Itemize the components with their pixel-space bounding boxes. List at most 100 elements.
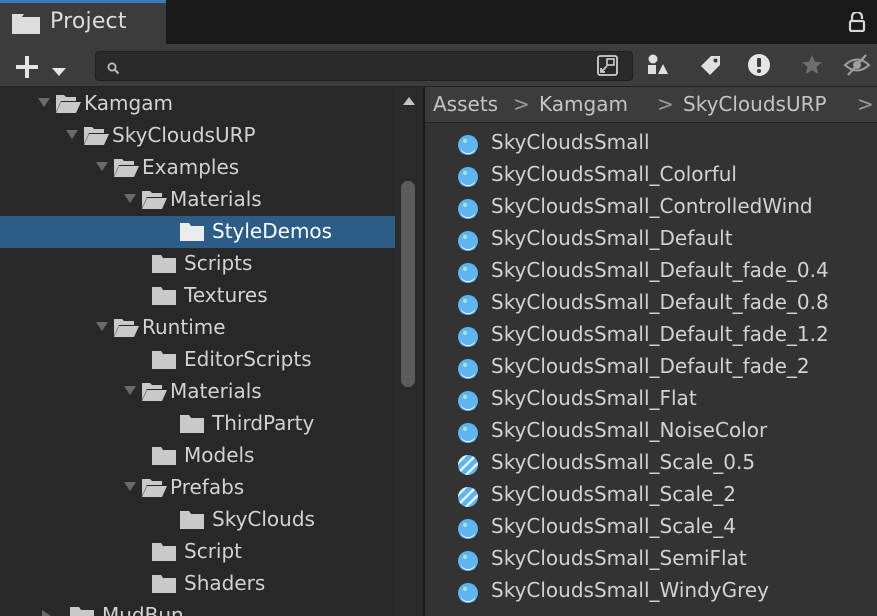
asset-list-item[interactable]: SkyCloudsSmall_WindyGrey	[425, 576, 877, 608]
tree-item-models[interactable]: Models	[0, 440, 395, 472]
folder-icon	[180, 511, 204, 533]
asset-list-item[interactable]: SkyCloudsSmall_NoiseColor	[425, 416, 877, 448]
asset-list-item[interactable]: SkyCloudsSmall_Scale_0.5	[425, 448, 877, 480]
asset-label: SkyCloudsSmall_ControlledWind	[491, 194, 813, 218]
folder-icon	[152, 543, 176, 565]
folder-open-icon	[142, 383, 167, 405]
tree-item-kamgam[interactable]: Kamgam	[0, 88, 395, 120]
scrollbar-thumb[interactable]	[401, 181, 415, 387]
favorites-button[interactable]	[790, 44, 832, 87]
tree-item-label: Runtime	[142, 315, 226, 339]
tree-item-label: Materials	[170, 187, 262, 211]
tree-item-label: Scripts	[184, 251, 253, 275]
filter-by-label-button[interactable]	[689, 44, 731, 87]
folder-tree: Kamgam SkyCloudsURP Examples Materials S…	[0, 87, 395, 616]
folder-icon	[152, 575, 176, 597]
chevron-down-icon	[52, 62, 66, 81]
folder-icon	[152, 255, 176, 277]
folder-open-icon	[56, 95, 81, 117]
chevron-down-icon[interactable]	[96, 322, 108, 331]
material-sphere-icon	[457, 358, 479, 384]
search-input[interactable]	[130, 54, 594, 80]
material-sphere-icon	[457, 326, 479, 352]
tree-item-label: Materials	[170, 379, 262, 403]
tree-item-label: EditorScripts	[184, 347, 312, 371]
material-sphere-icon	[457, 518, 479, 544]
chevron-down-icon[interactable]	[38, 98, 50, 107]
striped-material-sphere-icon	[457, 454, 479, 480]
asset-label: SkyCloudsSmall_WindyGrey	[491, 578, 770, 602]
breadcrumb-separator: >	[657, 92, 674, 116]
tree-scrollbar[interactable]	[395, 87, 423, 616]
tree-item-label: Script	[184, 539, 243, 563]
asset-list-item[interactable]: SkyCloudsSmall_Default	[425, 224, 877, 256]
tree-item-label: Prefabs	[170, 475, 245, 499]
chevron-down-icon[interactable]	[124, 386, 136, 395]
asset-list-item[interactable]: SkyCloudsSmall_Flat	[425, 384, 877, 416]
asset-label: SkyCloudsSmall_Scale_0.5	[491, 450, 756, 474]
filter-by-type-button[interactable]	[636, 44, 678, 87]
asset-list-item[interactable]: SkyCloudsSmall_Default_fade_1.2	[425, 320, 877, 352]
tree-item-label: ThirdParty	[212, 411, 315, 435]
tree-item-label: Textures	[184, 283, 268, 307]
asset-label: SkyCloudsSmall	[491, 130, 650, 154]
folder-icon	[70, 607, 94, 616]
tree-item-editorscripts[interactable]: EditorScripts	[0, 344, 395, 376]
tree-item-prefabs[interactable]: Prefabs	[0, 472, 395, 504]
tree-item-runtime-materials[interactable]: Materials	[0, 376, 395, 408]
striped-material-sphere-icon	[457, 486, 479, 512]
tree-item-runtime[interactable]: Runtime	[0, 312, 395, 344]
create-button[interactable]	[10, 48, 72, 82]
tree-item-thirdparty[interactable]: ThirdParty	[0, 408, 395, 440]
search-by-type-icon[interactable]	[596, 54, 620, 82]
chevron-down-icon[interactable]	[124, 482, 136, 491]
asset-label: SkyCloudsSmall_Colorful	[491, 162, 737, 186]
breadcrumb-skycloudsurp[interactable]: SkyCloudsURP	[683, 92, 827, 116]
chevron-right-icon[interactable]	[42, 610, 51, 616]
material-sphere-icon	[457, 550, 479, 576]
asset-list-item[interactable]: SkyCloudsSmall_Default_fade_0.8	[425, 288, 877, 320]
tree-item-label: Examples	[142, 155, 240, 179]
asset-label: SkyCloudsSmall_Flat	[491, 386, 697, 410]
tree-item-materials[interactable]: Materials	[0, 184, 395, 216]
chevron-down-icon[interactable]	[66, 130, 78, 139]
asset-list-item[interactable]: SkyCloudsSmall_Colorful	[425, 160, 877, 192]
scroll-up-icon[interactable]	[403, 97, 415, 105]
tree-item-mudbun[interactable]: MudBun	[0, 600, 395, 616]
asset-list-item[interactable]: SkyCloudsSmall_Scale_2	[425, 480, 877, 512]
folder-icon	[152, 447, 176, 469]
asset-list-item[interactable]: SkyCloudsSmall_Scale_4	[425, 512, 877, 544]
asset-list-item[interactable]: SkyCloudsSmall	[425, 128, 877, 160]
tree-item-scripts[interactable]: Scripts	[0, 248, 395, 280]
folder-icon	[152, 351, 176, 373]
tree-item-textures[interactable]: Textures	[0, 280, 395, 312]
breadcrumb-assets[interactable]: Assets	[433, 92, 498, 116]
tree-item-label: Shaders	[184, 571, 266, 595]
tab-project[interactable]: Project	[0, 0, 166, 44]
hidden-packages-button[interactable]	[833, 44, 875, 87]
folder-open-icon	[142, 479, 167, 501]
breadcrumb: Assets > Kamgam > SkyCloudsURP >	[425, 87, 877, 123]
lock-icon[interactable]	[848, 10, 866, 36]
material-sphere-icon	[457, 166, 479, 192]
asset-list-item[interactable]: SkyCloudsSmall_Default_fade_2	[425, 352, 877, 384]
asset-label: SkyCloudsSmall_Scale_2	[491, 482, 737, 506]
asset-list-item[interactable]: SkyCloudsSmall_ControlledWind	[425, 192, 877, 224]
asset-list-item[interactable]: SkyCloudsSmall_SemiFlat	[425, 544, 877, 576]
filter-by-log-type-button[interactable]	[737, 44, 779, 87]
chevron-down-icon[interactable]	[96, 162, 108, 171]
tree-item-styledemos[interactable]: StyleDemos	[0, 216, 395, 248]
asset-list-item[interactable]: SkyCloudsSmall_Default_fade_0.4	[425, 256, 877, 288]
search-field[interactable]	[95, 51, 633, 81]
breadcrumb-kamgam[interactable]: Kamgam	[539, 92, 628, 116]
tree-item-skyclouds[interactable]: SkyClouds	[0, 504, 395, 536]
tree-item-skycloudsurp[interactable]: SkyCloudsURP	[0, 120, 395, 152]
asset-label: SkyCloudsSmall_Scale_4	[491, 514, 737, 538]
chevron-down-icon[interactable]	[124, 194, 136, 203]
tree-item-examples[interactable]: Examples	[0, 152, 395, 184]
material-sphere-icon	[457, 262, 479, 288]
tree-item-shaders[interactable]: Shaders	[0, 568, 395, 600]
tab-bar: Project	[0, 0, 877, 44]
tab-label: Project	[50, 9, 127, 34]
tree-item-script[interactable]: Script	[0, 536, 395, 568]
